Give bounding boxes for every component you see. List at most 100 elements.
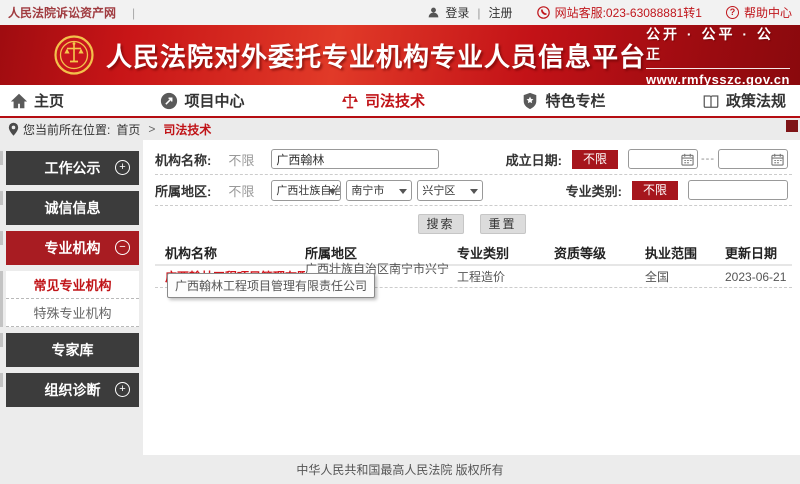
action-buttons: 搜索 重置 <box>143 214 800 234</box>
category-input[interactable] <box>688 180 788 200</box>
district-select[interactable]: 兴宁区 <box>417 180 483 201</box>
chevron-down-icon <box>470 189 478 198</box>
help-icon: ? <box>726 6 739 19</box>
sidebar-item-label: 专业机构 <box>45 238 101 258</box>
book-icon <box>702 92 720 110</box>
scope-cell: 全国 <box>645 268 725 285</box>
sidebar-item-professional-orgs[interactable]: 专业机构 − <box>6 231 139 265</box>
site-name-link[interactable]: 人民法院诉讼资产网 <box>8 4 116 21</box>
main-nav: 主页 项目中心 司法技术 特色专栏 政策法规 <box>0 85 800 118</box>
login-register-separator: | <box>477 6 480 20</box>
topbar-divider: | <box>132 6 135 20</box>
breadcrumb-corner-decoration <box>786 120 798 132</box>
phone-icon <box>537 6 550 19</box>
city-select[interactable]: 南宁市 <box>346 180 412 201</box>
plus-circle-icon[interactable]: + <box>115 382 130 397</box>
submenu-item-special-orgs[interactable]: 特殊专业机构 <box>6 299 139 327</box>
sidebar-submenu: 常见专业机构 特殊专业机构 <box>6 271 139 327</box>
emblem-icon <box>54 35 94 75</box>
sidebar-item-label: 组织诊断 <box>45 380 101 400</box>
chevron-down-icon <box>328 189 336 198</box>
person-icon <box>427 6 440 19</box>
help-center-link[interactable]: 帮助中心 <box>744 4 792 21</box>
copyright-text: 中华人民共和国最高人民法院 版权所有 <box>296 461 503 478</box>
footer: 中华人民共和国最高人民法院 版权所有 <box>0 455 800 484</box>
nav-item-home[interactable]: 主页 <box>10 90 64 111</box>
date-range-separator: --- <box>701 153 715 165</box>
home-icon <box>10 92 28 110</box>
nav-label: 特色专栏 <box>545 90 605 111</box>
column-header-grade: 资质等级 <box>554 243 645 262</box>
table-header: 机构名称 所属地区 专业类别 资质等级 执业范围 更新日期 <box>155 240 792 266</box>
search-button[interactable]: 搜索 <box>418 214 464 234</box>
breadcrumb-current: 司法技术 <box>163 121 211 138</box>
filter-row-1: 机构名称: 不限 成立日期: 不限 --- <box>155 144 792 175</box>
sidebar-item-label: 诚信信息 <box>45 198 101 218</box>
nav-label: 项目中心 <box>184 90 244 111</box>
sidebar: 工作公示 + 诚信信息 专业机构 − 常见专业机构 特殊专业机构 专家库 <box>0 140 143 455</box>
topbar: 人民法院诉讼资产网 | 登录 | 注册 网站客服:023-63088881转1 … <box>0 0 800 25</box>
sidebar-item-integrity-info[interactable]: 诚信信息 <box>6 191 139 225</box>
minus-circle-icon[interactable]: − <box>115 240 130 255</box>
service-hotline: 网站客服:023-63088881转1 <box>555 4 702 21</box>
topbar-right: 登录 | 注册 网站客服:023-63088881转1 ? 帮助中心 <box>427 4 792 21</box>
org-name-unlimited-option[interactable]: 不限 <box>221 150 261 169</box>
district-select-value: 兴宁区 <box>422 182 455 198</box>
banner-slogan: 公开 · 公平 · 公正 <box>646 24 790 69</box>
submenu-item-common-orgs[interactable]: 常见专业机构 <box>6 271 139 299</box>
category-unlimited-button[interactable]: 不限 <box>632 181 678 200</box>
founded-start-input[interactable] <box>628 149 698 169</box>
category-group: 专业类别: 不限 <box>566 180 792 200</box>
column-header-category: 专业类别 <box>457 243 554 262</box>
content-panel: 机构名称: 不限 成立日期: 不限 --- 所属地区: <box>143 140 800 455</box>
founded-end-input[interactable] <box>718 149 788 169</box>
category-label: 专业类别: <box>566 181 622 200</box>
province-select[interactable]: 广西壮族自治 <box>271 180 341 201</box>
main-area: 工作公示 + 诚信信息 专业机构 − 常见专业机构 特殊专业机构 专家库 <box>0 140 800 455</box>
founded-date-label: 成立日期: <box>506 150 562 169</box>
org-name-input[interactable] <box>271 149 439 169</box>
region-label: 所属地区: <box>155 181 211 200</box>
nav-label: 司法技术 <box>365 90 425 111</box>
column-header-scope: 执业范围 <box>645 243 725 262</box>
sidebar-item-work-publicity[interactable]: 工作公示 + <box>6 151 139 185</box>
founded-date-unlimited-button[interactable]: 不限 <box>572 150 618 169</box>
project-center-icon <box>160 92 178 110</box>
plus-circle-icon[interactable]: + <box>115 160 130 175</box>
breadcrumb-separator: > <box>148 122 155 136</box>
founded-date-group: 成立日期: 不限 --- <box>506 149 792 169</box>
nav-item-judicial-tech[interactable]: 司法技术 <box>341 90 425 111</box>
calendar-icon <box>681 153 694 166</box>
page-title: 人民法院对外委托专业机构专业人员信息平台 <box>106 37 646 74</box>
sidebar-item-label: 工作公示 <box>45 158 101 178</box>
updated-cell: 2023-06-21 <box>725 270 792 284</box>
register-link[interactable]: 注册 <box>489 4 513 21</box>
calendar-icon <box>771 153 784 166</box>
login-link[interactable]: 登录 <box>445 4 469 21</box>
sidebar-item-org-diagnosis[interactable]: 组织诊断 + <box>6 373 139 407</box>
nav-item-special-column[interactable]: 特色专栏 <box>521 90 605 111</box>
city-select-value: 南宁市 <box>351 182 384 198</box>
nav-item-project-center[interactable]: 项目中心 <box>160 90 244 111</box>
submenu-item-label: 常见专业机构 <box>33 275 111 294</box>
column-header-org-name: 机构名称 <box>155 243 305 262</box>
location-pin-icon <box>8 122 19 136</box>
filter-row-2: 所属地区: 不限 广西壮族自治 南宁市 兴宁区 专业类别: 不限 <box>155 175 792 206</box>
breadcrumb-prefix: 您当前所在位置: <box>23 121 110 138</box>
reset-button[interactable]: 重置 <box>480 214 526 234</box>
banner: 人民法院对外委托专业机构专业人员信息平台 公开 · 公平 · 公正 www.rm… <box>0 25 800 85</box>
banner-slogan-block: 公开 · 公平 · 公正 www.rmfysszc.gov.cn <box>646 24 790 87</box>
org-name-tooltip: 广西翰林工程项目管理有限责任公司 <box>167 273 375 298</box>
nav-label: 主页 <box>34 90 64 111</box>
org-name-label: 机构名称: <box>155 150 211 169</box>
banner-url: www.rmfysszc.gov.cn <box>646 72 790 87</box>
column-header-updated: 更新日期 <box>725 243 792 262</box>
nav-label: 政策法规 <box>726 90 786 111</box>
region-unlimited-option[interactable]: 不限 <box>221 181 261 200</box>
sidebar-item-expert-pool[interactable]: 专家库 <box>6 333 139 367</box>
breadcrumb-home-link[interactable]: 首页 <box>116 121 140 138</box>
sidebar-item-label: 专家库 <box>52 340 94 360</box>
chevron-down-icon <box>399 189 407 198</box>
submenu-item-label: 特殊专业机构 <box>33 303 111 322</box>
nav-item-policies[interactable]: 政策法规 <box>702 90 786 111</box>
